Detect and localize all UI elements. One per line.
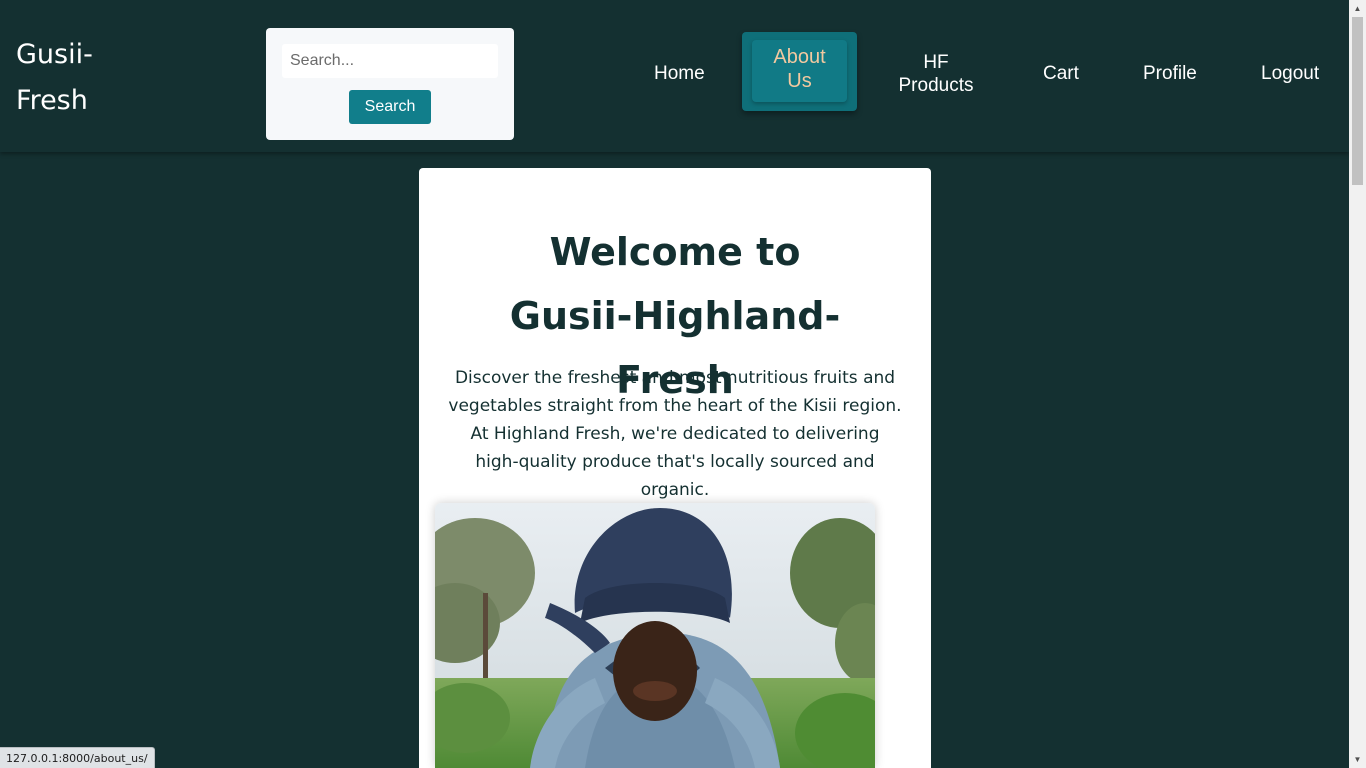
- scroll-down-icon[interactable]: ▼: [1349, 751, 1366, 768]
- farmer-photo-illustration: [435, 503, 875, 768]
- brand-logo-text[interactable]: Gusii- Fresh: [16, 32, 136, 124]
- nav-profile[interactable]: Profile: [1143, 62, 1197, 85]
- browser-viewport: Gusii- Fresh Search Home About Us HF Pro…: [0, 0, 1366, 768]
- scroll-up-icon[interactable]: ▲: [1349, 0, 1366, 17]
- farmer-photo: [435, 503, 875, 768]
- nav-home[interactable]: Home: [654, 62, 705, 85]
- nav-cart[interactable]: Cart: [1043, 62, 1079, 85]
- search-button[interactable]: Search: [349, 90, 431, 124]
- vertical-scrollbar[interactable]: ▲ ▼: [1349, 0, 1366, 768]
- site-header: Gusii- Fresh Search Home About Us HF Pro…: [0, 0, 1349, 152]
- intro-paragraph: Discover the freshest and most nutritiou…: [448, 368, 902, 500]
- nav-about-us-label: About Us: [773, 46, 826, 92]
- nav-logout[interactable]: Logout: [1261, 62, 1319, 85]
- search-panel: Search: [266, 28, 514, 140]
- link-status-bar: 127.0.0.1:8000/about_us/: [0, 747, 155, 768]
- nav-hf-products[interactable]: HF Products: [896, 51, 976, 97]
- nav-about-us[interactable]: About Us: [742, 32, 857, 111]
- search-input[interactable]: [282, 44, 498, 78]
- scrollbar-thumb[interactable]: [1352, 17, 1363, 185]
